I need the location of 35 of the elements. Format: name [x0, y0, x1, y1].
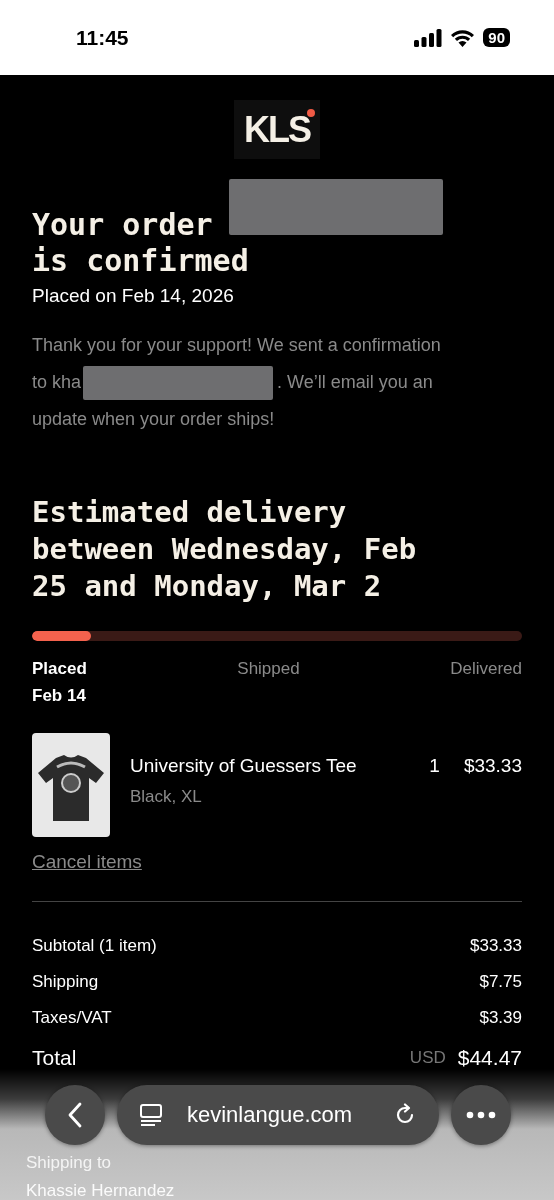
address-bar[interactable]: kevinlangue.com [117, 1085, 439, 1145]
message-text: Thank you for your support! We sent a confirmation [32, 334, 441, 357]
reader-icon [139, 1103, 163, 1127]
progress-step: Placed Feb 14 [32, 655, 87, 709]
heading-text: is confirmed [32, 243, 249, 279]
currency-code: USD [409, 1047, 446, 1069]
heading-text: Your order [32, 207, 213, 243]
cancel-link[interactable]: Cancel items [32, 851, 142, 873]
total-value: $33.33 [470, 935, 522, 957]
total-value: $44.47 [457, 1046, 522, 1069]
status-time: 11:45 [76, 25, 129, 50]
total-label: Total [32, 1046, 77, 1069]
wifi-icon [450, 28, 476, 47]
progress-step: Shipped [237, 655, 300, 709]
more-icon [466, 1111, 496, 1119]
signal-icon [414, 28, 443, 47]
message-text: update when your order ships! [32, 408, 275, 431]
product-name: University of Guessers Tee [130, 755, 358, 777]
url-text: kevinlangue.com [187, 1102, 354, 1128]
message-text: to kha [32, 371, 82, 394]
total-value: $7.75 [479, 971, 522, 993]
total-label: Shipping [32, 971, 99, 993]
quantity: 1 [429, 755, 440, 777]
delivery-estimate: Estimated delivery between Wednesday, Feb 25 and Monday, Mar 2 [32, 494, 418, 605]
back-icon [67, 1102, 83, 1128]
message-text: . We’ll email you an [277, 371, 433, 394]
total-label: Taxes/VAT [32, 1007, 112, 1029]
progress-step: Delivered [450, 655, 522, 709]
total-value: $3.39 [479, 1007, 522, 1029]
brand-logo[interactable]: KLS [234, 100, 320, 159]
battery-indicator: 90 [483, 28, 510, 47]
price: $33.33 [463, 755, 522, 777]
placed-date: Placed on Feb 14, 2026 [32, 285, 235, 307]
total-label: Subtotal (1 item) [32, 935, 157, 957]
product-variant: Black, XL [130, 787, 203, 807]
